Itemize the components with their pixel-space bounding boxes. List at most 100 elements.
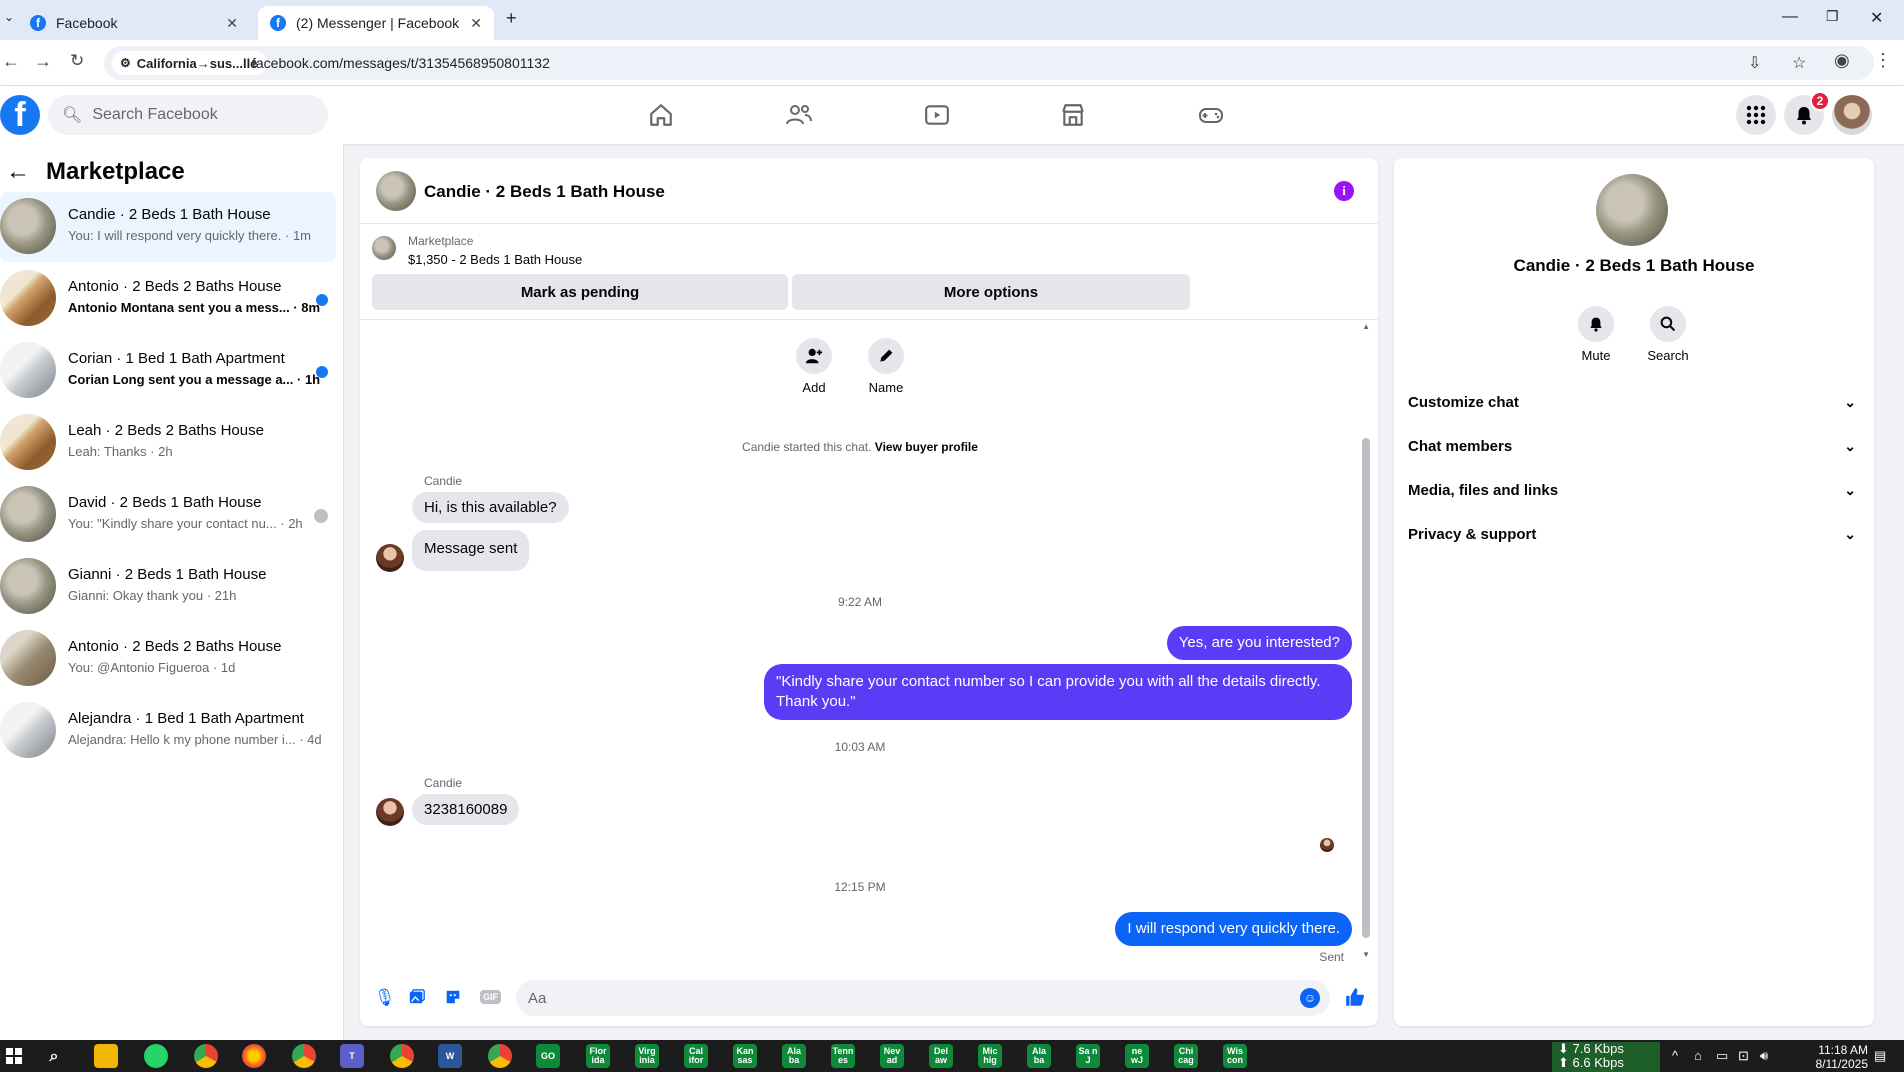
chat-scrollbar[interactable] xyxy=(1362,438,1370,938)
chrome-icon[interactable] xyxy=(292,1044,316,1068)
taskbar-app-shortcut[interactable]: Ala ba xyxy=(782,1044,806,1068)
forward-icon[interactable]: → xyxy=(34,51,52,72)
message-input[interactable]: Aa ☺ xyxy=(516,980,1330,1016)
details-avatar[interactable] xyxy=(1596,174,1668,246)
app-icon[interactable]: GO xyxy=(536,1044,560,1068)
marketplace-icon[interactable] xyxy=(1056,98,1090,132)
close-icon[interactable]: ✕ xyxy=(470,15,482,32)
back-arrow-icon[interactable]: ← xyxy=(6,158,30,186)
conversation-item[interactable]: Corian · 1 Bed 1 Bath Apartment Corian Lo… xyxy=(0,336,336,406)
bookmark-star-icon[interactable]: ☆ xyxy=(1792,53,1806,73)
thumbs-up-icon[interactable] xyxy=(1344,986,1366,1013)
tab-list-icon[interactable]: ⌄ xyxy=(4,10,14,24)
tray-chevron-up-icon[interactable]: ^ xyxy=(1672,1048,1678,1063)
taskbar-app-shortcut[interactable]: Wis con xyxy=(1223,1044,1247,1068)
privacy-support-row[interactable]: Privacy & support ⌄ xyxy=(1408,514,1860,554)
taskbar-app-shortcut[interactable]: Tenn es xyxy=(831,1044,855,1068)
taskbar-app-shortcut[interactable]: Kan sas xyxy=(733,1044,757,1068)
new-tab-icon[interactable]: + xyxy=(506,8,517,29)
message-bubble[interactable]: 3238160089 xyxy=(412,794,520,825)
chat-avatar[interactable] xyxy=(376,171,416,211)
outgoing-message[interactable]: I will respond very quickly there. xyxy=(1115,912,1352,946)
conversation-item[interactable]: Antonio · 2 Beds 2 Baths House Antonio Mo… xyxy=(0,264,336,334)
taskbar-app-shortcut[interactable]: ne wJ xyxy=(1125,1044,1149,1068)
taskbar-app-shortcut[interactable]: Mic hig xyxy=(978,1044,1002,1068)
teams-icon[interactable]: T xyxy=(340,1044,364,1068)
outgoing-message[interactable]: Yes, are you interested? xyxy=(1166,626,1352,660)
add-people-button[interactable]: Add xyxy=(784,338,844,395)
browser-menu-icon[interactable]: ⋮ xyxy=(1874,50,1892,71)
chrome-icon[interactable] xyxy=(488,1044,512,1068)
word-icon[interactable]: W xyxy=(438,1044,462,1068)
volume-icon[interactable]: 🔊︎ xyxy=(1760,1048,1768,1064)
sender-avatar[interactable] xyxy=(376,798,404,826)
close-window-icon[interactable]: ✕ xyxy=(1870,8,1883,28)
media-files-links-row[interactable]: Media, files and links ⌄ xyxy=(1408,470,1860,510)
listing-thumbnail[interactable] xyxy=(372,236,396,260)
chrome-icon[interactable] xyxy=(390,1044,414,1068)
minimize-icon[interactable]: — xyxy=(1782,8,1798,26)
whatsapp-icon[interactable] xyxy=(144,1044,168,1068)
account-avatar[interactable] xyxy=(1832,95,1872,135)
scroll-up-icon[interactable]: ▲ xyxy=(1362,322,1370,331)
taskbar-app-shortcut[interactable]: Del aw xyxy=(929,1044,953,1068)
notifications-bell-icon[interactable]: 2 xyxy=(1784,91,1830,135)
close-icon[interactable]: ✕ xyxy=(226,15,238,32)
customize-chat-row[interactable]: Customize chat ⌄ xyxy=(1408,382,1860,422)
name-chat-button[interactable]: Name xyxy=(856,338,916,395)
taskbar-search-icon[interactable]: ⌕ xyxy=(42,1044,66,1068)
taskbar-app-shortcut[interactable]: Cal ifor xyxy=(684,1044,708,1068)
windows-start-icon[interactable] xyxy=(2,1044,26,1068)
mute-button[interactable]: Mute xyxy=(1566,306,1626,363)
chat-title[interactable]: Candie · 2 Beds 1 Bath House xyxy=(424,182,665,202)
sender-avatar[interactable] xyxy=(376,544,404,572)
message-bubble[interactable]: Hi, is this available? xyxy=(412,492,569,523)
info-icon[interactable]: i xyxy=(1334,181,1354,201)
outgoing-message[interactable]: "Kindly share your contact number so I c… xyxy=(764,664,1352,720)
taskbar-app-shortcut[interactable]: Ala ba xyxy=(1027,1044,1051,1068)
view-buyer-profile-link[interactable]: View buyer profile xyxy=(875,440,978,454)
conversation-item[interactable]: David · 2 Beds 1 Bath House You: "Kindly … xyxy=(0,480,336,550)
facebook-logo-icon[interactable]: f xyxy=(0,95,40,135)
tab-facebook[interactable]: f Facebook ✕ xyxy=(18,6,250,40)
listing-price[interactable]: $1,350 - 2 Beds 1 Bath House xyxy=(408,252,582,267)
tab-messenger[interactable]: f (2) Messenger | Facebook ✕ xyxy=(258,6,494,40)
more-options-button[interactable]: More options xyxy=(792,274,1190,310)
search-input[interactable]: 🔍︎ Search Facebook xyxy=(48,95,328,135)
taskbar-clock[interactable]: 11:18 AM 8/11/2025 xyxy=(1792,1043,1869,1071)
back-icon[interactable]: ← xyxy=(2,51,20,72)
address-bar[interactable]: ⚙ California→sus...lle facebook.com/mess… xyxy=(104,46,1874,80)
gif-icon[interactable]: GIF xyxy=(480,990,501,1004)
taskbar-app-shortcut[interactable]: Chi cag xyxy=(1174,1044,1198,1068)
home-icon[interactable] xyxy=(644,98,678,132)
reload-icon[interactable]: ↻ xyxy=(70,51,84,71)
taskbar-app-shortcut[interactable]: Sa n J xyxy=(1076,1044,1100,1068)
friends-icon[interactable] xyxy=(782,98,816,132)
conversation-item[interactable]: Leah · 2 Beds 2 Baths House Leah: Thanks … xyxy=(0,408,336,478)
tray-icon[interactable]: ⌂ xyxy=(1694,1048,1702,1063)
url-text[interactable]: facebook.com/messages/t/3135456895080113… xyxy=(252,55,550,71)
taskbar-app-shortcut[interactable]: Nev ad xyxy=(880,1044,904,1068)
network-icon[interactable]: ⊡ xyxy=(1738,1048,1749,1064)
menu-grid-icon[interactable] xyxy=(1736,95,1776,135)
install-app-icon[interactable]: ⇩ xyxy=(1748,53,1761,73)
gallery-icon[interactable] xyxy=(408,988,426,1011)
video-icon[interactable] xyxy=(920,98,954,132)
file-explorer-icon[interactable] xyxy=(94,1044,118,1068)
search-conversation-button[interactable]: Search xyxy=(1638,306,1698,363)
microphone-icon[interactable]: 🎙︎ xyxy=(374,988,396,1008)
gaming-icon[interactable] xyxy=(1194,98,1228,132)
conversation-item[interactable]: Antonio · 2 Beds 2 Baths House You: @Anto… xyxy=(0,624,336,694)
chrome-icon[interactable] xyxy=(194,1044,218,1068)
firefox-icon[interactable] xyxy=(242,1044,266,1068)
emoji-icon[interactable]: ☺ xyxy=(1300,988,1320,1008)
conversation-item[interactable]: Candie · 2 Beds 1 Bath House You: I will … xyxy=(0,192,336,262)
taskbar-app-shortcut[interactable]: Flor ida xyxy=(586,1044,610,1068)
scroll-down-icon[interactable]: ▼ xyxy=(1362,950,1370,959)
profile-icon[interactable]: ◉ xyxy=(1834,50,1850,71)
sticker-icon[interactable] xyxy=(444,988,462,1011)
restore-icon[interactable]: ❐ xyxy=(1826,8,1839,25)
chat-members-row[interactable]: Chat members ⌄ xyxy=(1408,426,1860,466)
site-info-chip[interactable]: ⚙ California→sus...lle xyxy=(112,51,268,75)
conversation-item[interactable]: Gianni · 2 Beds 1 Bath House Gianni: Okay… xyxy=(0,552,336,622)
